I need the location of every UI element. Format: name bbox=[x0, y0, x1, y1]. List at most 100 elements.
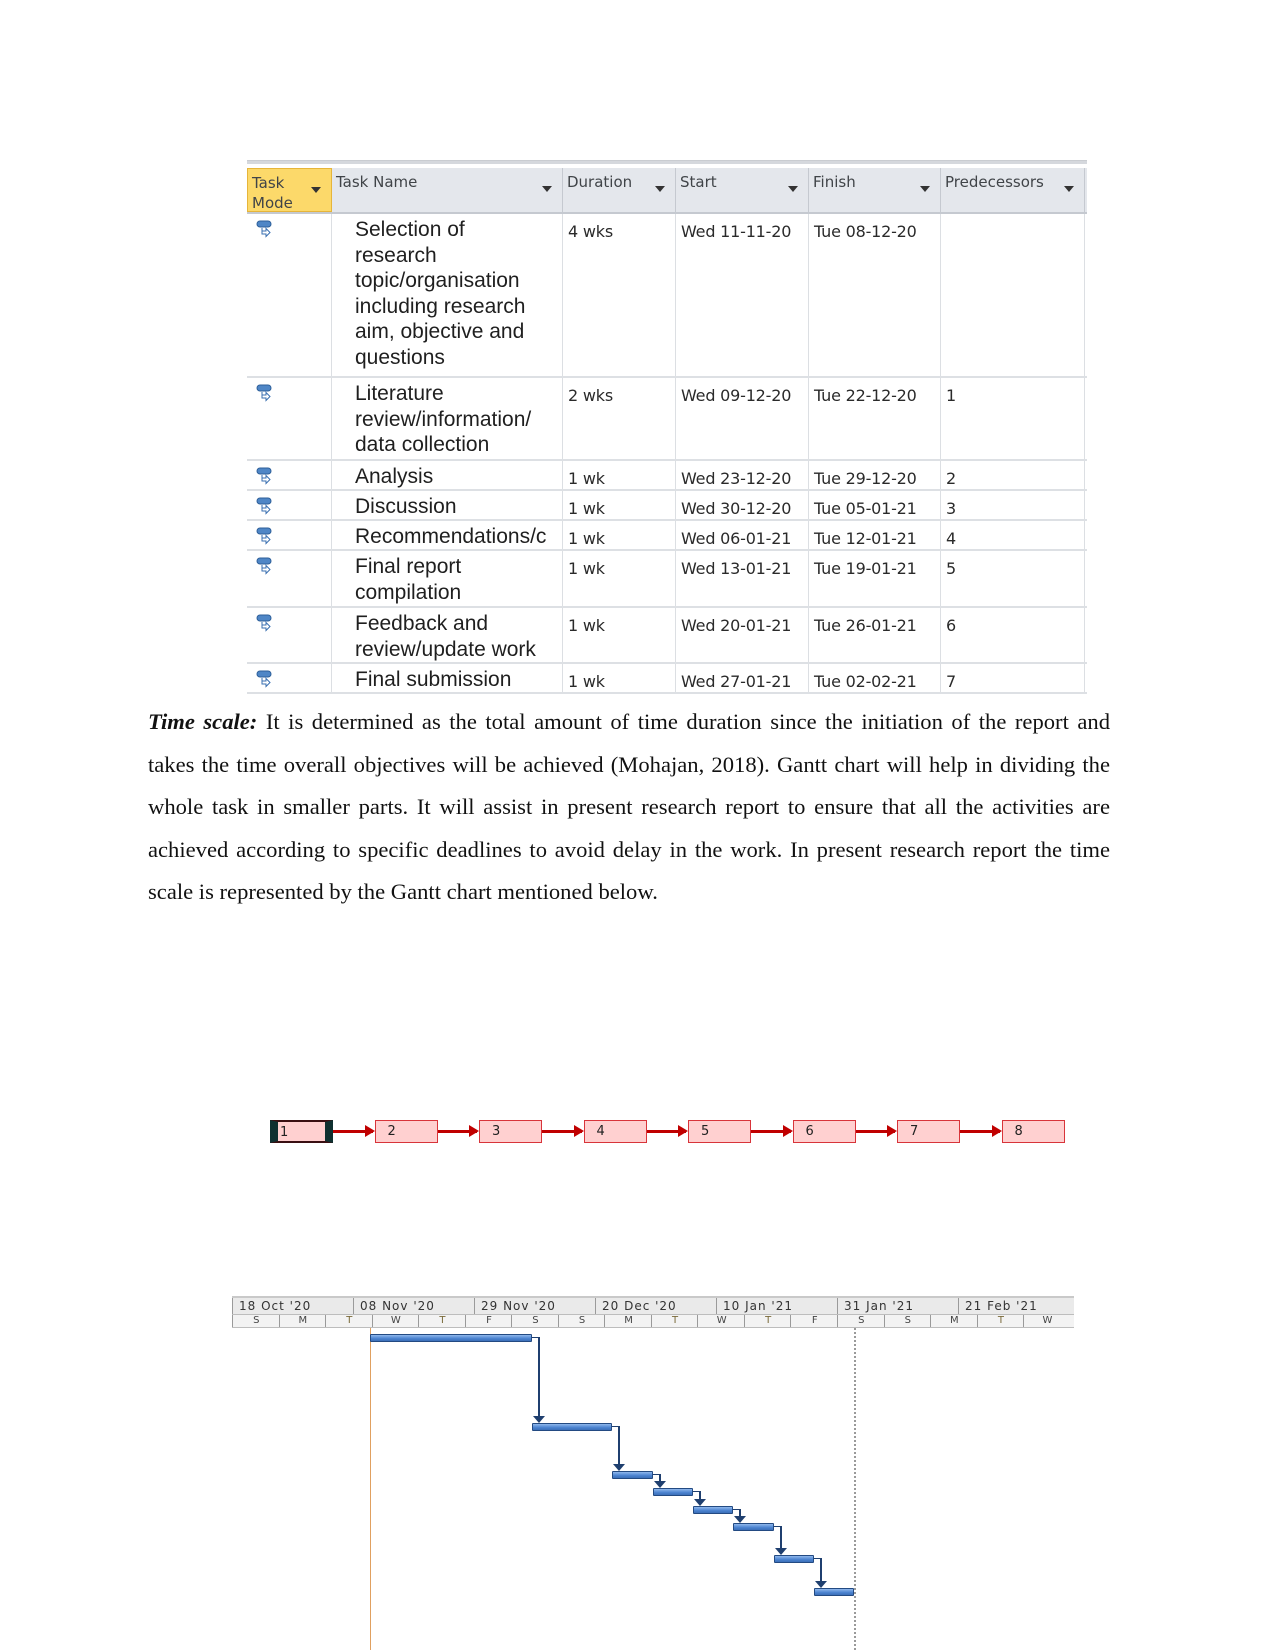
dropdown-arrow-icon[interactable] bbox=[311, 187, 321, 193]
network-node-1[interactable]: 1 bbox=[270, 1120, 333, 1143]
predecessors-cell[interactable]: 7 bbox=[941, 664, 1085, 692]
task-name-cell[interactable]: Literature review/information/data collec… bbox=[332, 378, 563, 459]
duration-cell[interactable]: 1 wk bbox=[563, 461, 676, 489]
column-header-task-name[interactable]: Task Name bbox=[332, 168, 563, 212]
gantt-chart: 18 Oct '20 08 Nov '20 29 Nov '20 20 Dec '20… bbox=[232, 1296, 1074, 1650]
dropdown-arrow-icon[interactable] bbox=[542, 186, 552, 192]
dropdown-arrow-icon[interactable] bbox=[788, 186, 798, 192]
table-row[interactable]: Final report compilation 1 wk Wed 13-01-21 T… bbox=[247, 551, 1087, 608]
finish-cell[interactable]: Tue 29-12-20 bbox=[809, 461, 941, 489]
table-row[interactable]: Feedback and review/update work 1 wk Wed 20… bbox=[247, 608, 1087, 664]
gantt-bar-task-1[interactable] bbox=[370, 1334, 532, 1342]
column-header-predecessors[interactable]: Predecessors bbox=[941, 168, 1085, 212]
finish-cell[interactable]: Tue 12-01-21 bbox=[809, 521, 941, 549]
task-name-line: aim, objective and bbox=[355, 320, 525, 343]
timescale-minor-label: W bbox=[697, 1315, 745, 1327]
dependency-link bbox=[751, 1125, 793, 1137]
column-header-task-mode[interactable]: Task Mode bbox=[247, 168, 332, 212]
paragraph-lead: Time scale: bbox=[148, 709, 258, 734]
task-mode-cell[interactable] bbox=[247, 461, 332, 489]
gantt-link-arrow-icon bbox=[613, 1464, 626, 1471]
gantt-bar-task-5[interactable] bbox=[692, 1506, 734, 1514]
arrowhead-icon bbox=[573, 1125, 584, 1137]
gantt-link-segment bbox=[819, 1558, 822, 1582]
task-name-cell[interactable]: Discussion bbox=[332, 491, 563, 519]
column-header-label: Task Mode bbox=[252, 174, 293, 212]
task-mode-cell[interactable] bbox=[247, 378, 332, 459]
dropdown-arrow-icon[interactable] bbox=[920, 186, 930, 192]
auto-scheduled-task-icon bbox=[256, 384, 274, 402]
network-node-6[interactable]: 6 bbox=[792, 1120, 856, 1143]
column-header-finish[interactable]: Finish bbox=[809, 168, 941, 212]
start-cell[interactable]: Wed 27-01-21 bbox=[676, 664, 809, 692]
timescale-major-label: 10 Jan '21 bbox=[716, 1298, 838, 1314]
duration-cell[interactable]: 1 wk bbox=[563, 608, 676, 662]
table-row[interactable]: Selection of research topic/organisation in… bbox=[247, 214, 1087, 378]
dropdown-arrow-icon[interactable] bbox=[1064, 186, 1074, 192]
network-node-5[interactable]: 5 bbox=[688, 1120, 751, 1143]
gantt-bar-task-8[interactable] bbox=[813, 1588, 855, 1596]
duration-cell[interactable]: 2 wks bbox=[563, 378, 676, 459]
table-row[interactable]: Final submission 1 wk Wed 27-01-21 Tue 02-0… bbox=[247, 664, 1087, 694]
table-row[interactable]: Literature review/information/data collec… bbox=[247, 378, 1087, 461]
finish-cell[interactable]: Tue 22-12-20 bbox=[809, 378, 941, 459]
predecessors-cell[interactable]: 1 bbox=[941, 378, 1085, 459]
task-name-cell[interactable]: Analysis bbox=[332, 461, 563, 489]
duration-cell[interactable]: 1 wk bbox=[563, 521, 676, 549]
duration-cell[interactable]: 1 wk bbox=[563, 491, 676, 519]
table-row[interactable]: Recommendations/c 1 wk Wed 06-01-21 Tue 12-… bbox=[247, 521, 1087, 551]
table-row[interactable]: Analysis 1 wk Wed 23-12-20 Tue 29-12-20 2 bbox=[247, 461, 1087, 491]
network-node-8[interactable]: 8 bbox=[1001, 1120, 1065, 1143]
auto-scheduled-task-icon bbox=[256, 497, 274, 515]
finish-cell[interactable]: Tue 02-02-21 bbox=[809, 664, 941, 692]
gantt-bar-task-6[interactable] bbox=[733, 1523, 774, 1531]
network-node-3[interactable]: 3 bbox=[479, 1120, 542, 1143]
gantt-bar-task-3[interactable] bbox=[612, 1471, 653, 1479]
task-mode-cell[interactable] bbox=[247, 608, 332, 662]
predecessors-cell[interactable]: 2 bbox=[941, 461, 1085, 489]
network-node-7[interactable]: 7 bbox=[897, 1120, 960, 1143]
task-name-cell[interactable]: Recommendations/c bbox=[332, 521, 563, 549]
finish-cell[interactable]: Tue 19-01-21 bbox=[809, 551, 941, 606]
finish-cell[interactable]: Tue 05-01-21 bbox=[809, 491, 941, 519]
predecessors-cell[interactable]: 4 bbox=[941, 521, 1085, 549]
start-cell[interactable]: Wed 30-12-20 bbox=[676, 491, 809, 519]
start-cell[interactable]: Wed 13-01-21 bbox=[676, 551, 809, 606]
finish-cell[interactable]: Tue 08-12-20 bbox=[809, 214, 941, 376]
column-header-duration[interactable]: Duration bbox=[563, 168, 676, 212]
gantt-bar-task-2[interactable] bbox=[531, 1423, 613, 1431]
task-name-line: review/information/ bbox=[355, 407, 532, 431]
task-name-cell[interactable]: Final report compilation bbox=[332, 551, 563, 606]
duration-cell[interactable]: 1 wk bbox=[563, 551, 676, 606]
duration-cell[interactable]: 1 wk bbox=[563, 664, 676, 692]
network-node-2[interactable]: 2 bbox=[374, 1120, 438, 1143]
network-node-4[interactable]: 4 bbox=[583, 1120, 647, 1143]
task-name-cell[interactable]: Final submission bbox=[332, 664, 563, 692]
predecessors-cell[interactable]: 5 bbox=[941, 551, 1085, 606]
task-mode-cell[interactable] bbox=[247, 214, 332, 376]
auto-scheduled-task-icon bbox=[256, 527, 274, 545]
task-mode-cell[interactable] bbox=[247, 491, 332, 519]
dropdown-arrow-icon[interactable] bbox=[655, 186, 665, 192]
gantt-bar-task-7[interactable] bbox=[773, 1555, 814, 1563]
start-cell[interactable]: Wed 06-01-21 bbox=[676, 521, 809, 549]
start-cell[interactable]: Wed 23-12-20 bbox=[676, 461, 809, 489]
start-cell[interactable]: Wed 11-11-20 bbox=[676, 214, 809, 376]
column-header-start[interactable]: Start bbox=[676, 168, 809, 212]
task-name-cell[interactable]: Feedback and review/update work bbox=[332, 608, 563, 662]
task-mode-cell[interactable] bbox=[247, 521, 332, 549]
gantt-bar-task-4[interactable] bbox=[652, 1488, 693, 1496]
predecessors-cell[interactable]: 3 bbox=[941, 491, 1085, 519]
task-mode-cell[interactable] bbox=[247, 664, 332, 692]
predecessors-cell[interactable]: 6 bbox=[941, 608, 1085, 662]
start-cell[interactable]: Wed 09-12-20 bbox=[676, 378, 809, 459]
task-name-line: Feedback and bbox=[355, 612, 489, 635]
task-name-cell[interactable]: Selection of research topic/organisation in… bbox=[332, 214, 563, 376]
predecessors-cell[interactable] bbox=[941, 214, 1085, 376]
finish-cell[interactable]: Tue 26-01-21 bbox=[809, 608, 941, 662]
timescale-minor-label: S bbox=[837, 1315, 885, 1327]
start-cell[interactable]: Wed 20-01-21 bbox=[676, 608, 809, 662]
duration-cell[interactable]: 4 wks bbox=[563, 214, 676, 376]
table-row[interactable]: Discussion 1 wk Wed 30-12-20 Tue 05-01-21 3 bbox=[247, 491, 1087, 521]
task-mode-cell[interactable] bbox=[247, 551, 332, 606]
